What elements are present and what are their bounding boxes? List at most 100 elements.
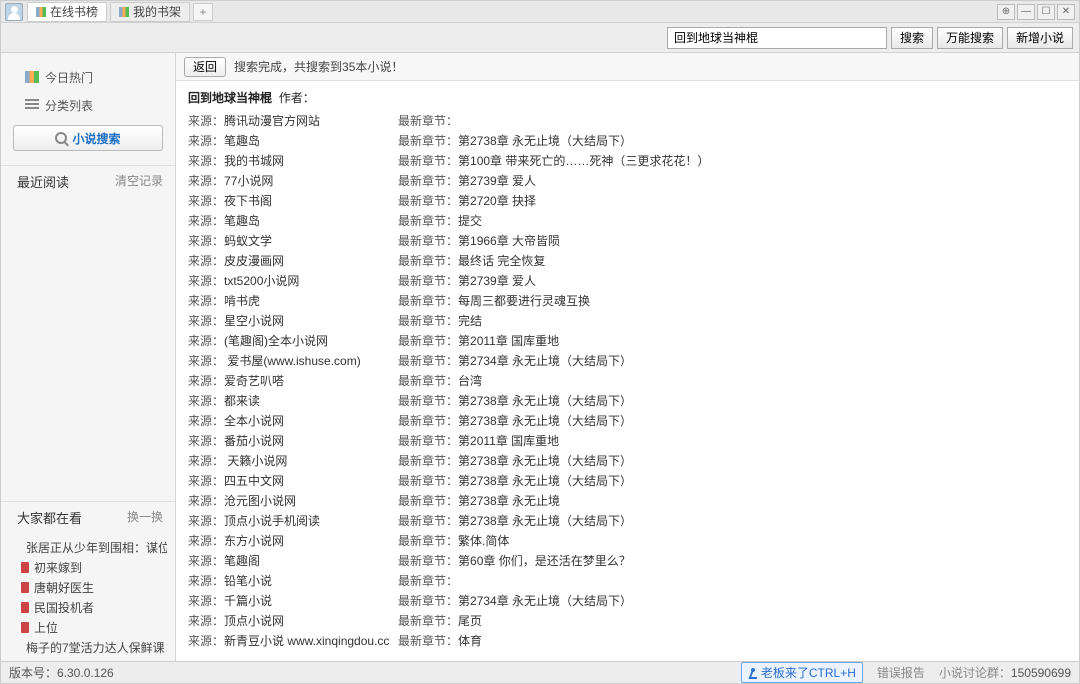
source-cell: 来源：四五中文网 [188, 472, 398, 489]
novel-search-button[interactable]: 小说搜索 [13, 125, 163, 151]
result-row[interactable]: 来源：(笔趣阁)全本小说网最新章节：第2011章 国库重地 [188, 330, 1067, 350]
search-button[interactable]: 搜索 [891, 27, 933, 49]
result-row[interactable]: 来源：77小说网最新章节：第2739章 爱人 [188, 170, 1067, 190]
full-search-button[interactable]: 万能搜索 [937, 27, 1003, 49]
chapter-cell: 最新章节：完结 [398, 312, 1067, 329]
book-icon [21, 562, 29, 573]
footer: 版本号：6.30.0.126 老板来了CTRL+H 错误报告 小说讨论群：150… [1, 661, 1079, 683]
author-label: 作者： [279, 91, 315, 105]
chapter-cell: 最新章节：尾页 [398, 612, 1067, 629]
result-row[interactable]: 来源：笔趣阁最新章节：第60章 你们，是还活在梦里么？ [188, 550, 1067, 570]
bug-report-link[interactable]: 错误报告 [877, 664, 925, 681]
search-icon [55, 132, 67, 144]
book-title: 初来嫁到 [34, 559, 82, 576]
novel-search-label: 小说搜索 [72, 130, 120, 147]
sidebar: 今日热门 分类列表 小说搜索 最近阅读 清空记录 大家都在看 换一换 [1, 53, 176, 661]
avatar[interactable] [5, 3, 23, 21]
tab-my-shelf[interactable]: 我的书架 [110, 2, 190, 22]
main-area: 返回 搜索完成，共搜索到35本小说！ 回到地球当神棍 作者： 来源：腾讯动漫官方… [176, 53, 1079, 661]
swap-link[interactable]: 换一换 [127, 508, 163, 527]
chapter-cell: 最新章节：第2738章 永无止境（大结局下） [398, 472, 1067, 489]
result-row[interactable]: 来源：番茄小说网最新章节：第2011章 国库重地 [188, 430, 1067, 450]
result-row[interactable]: 来源：铅笔小说最新章节： [188, 570, 1067, 590]
back-button[interactable]: 返回 [184, 57, 226, 77]
result-row[interactable]: 来源：txt5200小说网最新章节：第2739章 爱人 [188, 270, 1067, 290]
search-input[interactable] [667, 27, 887, 49]
chapter-cell: 最新章节：体育 [398, 632, 1067, 649]
book-title: 上位 [34, 619, 58, 636]
boss-key-button[interactable]: 老板来了CTRL+H [741, 662, 863, 683]
bars-icon [119, 7, 129, 17]
result-row[interactable]: 来源：蚂蚁文学最新章节：第1966章 大帝皆陨 [188, 230, 1067, 250]
source-cell: 来源：txt5200小说网 [188, 272, 398, 289]
result-row[interactable]: 来源：千篇小说最新章节：第2734章 永无止境（大结局下） [188, 590, 1067, 610]
result-row[interactable]: 来源：都来读最新章节：第2738章 永无止境（大结局下） [188, 390, 1067, 410]
chapter-cell: 最新章节：第2011章 国库重地 [398, 332, 1067, 349]
result-row[interactable]: 来源：我的书城网最新章节：第100章 带来死亡的……死神（三更求花花！） [188, 150, 1067, 170]
list-item[interactable]: 唐朝好医生 [21, 577, 167, 597]
result-row[interactable]: 来源：顶点小说手机阅读最新章节：第2738章 永无止境（大结局下） [188, 510, 1067, 530]
sidebar-item-category[interactable]: 分类列表 [1, 91, 175, 119]
source-cell: 来源：铅笔小说 [188, 572, 398, 589]
result-row[interactable]: 来源：爱奇艺叭嗒最新章节：台湾 [188, 370, 1067, 390]
result-row[interactable]: 来源： 天籁小说网最新章节：第2738章 永无止境（大结局下） [188, 450, 1067, 470]
sidebar-item-label: 今日热门 [45, 69, 93, 86]
tab-add-button[interactable]: + [193, 3, 213, 21]
source-cell: 来源：爱奇艺叭嗒 [188, 372, 398, 389]
chapter-cell: 最新章节：第2734章 永无止境（大结局下） [398, 592, 1067, 609]
result-row[interactable]: 来源：夜下书阁最新章节：第2720章 抉择 [188, 190, 1067, 210]
run-icon [748, 668, 758, 678]
sidebar-item-hot[interactable]: 今日热门 [1, 63, 175, 91]
result-row[interactable]: 来源：全本小说网最新章节：第2738章 永无止境（大结局下） [188, 410, 1067, 430]
result-row[interactable]: 来源：新青豆小说 www.xinqingdou.cc最新章节：体育 [188, 630, 1067, 650]
result-row[interactable]: 来源：笔趣岛最新章节：提交 [188, 210, 1067, 230]
chapter-cell: 最新章节：台湾 [398, 372, 1067, 389]
close-icon[interactable]: ✕ [1057, 4, 1075, 20]
result-row[interactable]: 来源：星空小说网最新章节：完结 [188, 310, 1067, 330]
result-row[interactable]: 来源：啃书虎最新章节：每周三都要进行灵魂互换 [188, 290, 1067, 310]
result-row[interactable]: 来源：笔趣岛最新章节：第2738章 永无止境（大结局下） [188, 130, 1067, 150]
results-list[interactable]: 来源：腾讯动漫官方网站最新章节：来源：笔趣岛最新章节：第2738章 永无止境（大… [176, 110, 1079, 661]
source-cell: 来源：我的书城网 [188, 152, 398, 169]
list-item[interactable]: 上位 [21, 617, 167, 637]
chapter-cell: 最新章节：第2738章 永无止境（大结局下） [398, 392, 1067, 409]
chapter-cell: 最新章节：第2011章 国库重地 [398, 432, 1067, 449]
book-title: 张居正从少年到围相：谋位 [26, 539, 167, 556]
result-row[interactable]: 来源：四五中文网最新章节：第2738章 永无止境（大结局下） [188, 470, 1067, 490]
titlebar: 在线书榜 我的书架 + ⊕ — ☐ ✕ [1, 1, 1079, 23]
chapter-cell: 最新章节：第2720章 抉择 [398, 192, 1067, 209]
result-row[interactable]: 来源：沧元图小说网最新章节：第2738章 永无止境 [188, 490, 1067, 510]
result-row[interactable]: 来源： 爱书屋(www.ishuse.com)最新章节：第2734章 永无止境（… [188, 350, 1067, 370]
chapter-cell: 最新章节： [398, 572, 1067, 589]
source-cell: 来源：啃书虎 [188, 292, 398, 309]
book-icon [21, 622, 29, 633]
source-cell: 来源：夜下书阁 [188, 192, 398, 209]
chapter-cell: 最新章节：第2738章 永无止境（大结局下） [398, 452, 1067, 469]
chapter-cell: 最新章节：每周三都要进行灵魂互换 [398, 292, 1067, 309]
minimize-icon[interactable]: — [1017, 4, 1035, 20]
chapter-cell: 最新章节：第1966章 大帝皆陨 [398, 232, 1067, 249]
chapter-cell: 最新章节：第2739章 爱人 [398, 172, 1067, 189]
tab-online-ranking[interactable]: 在线书榜 [27, 2, 107, 22]
win-tool-icon[interactable]: ⊕ [997, 4, 1015, 20]
searchbar: 搜索 万能搜索 新增小说 [1, 23, 1079, 53]
boss-key-label: 老板来了CTRL+H [761, 664, 856, 681]
source-cell: 来源：沧元图小说网 [188, 492, 398, 509]
new-novel-button[interactable]: 新增小说 [1007, 27, 1073, 49]
list-item[interactable]: 张居正从少年到围相：谋位 [21, 537, 167, 557]
maximize-icon[interactable]: ☐ [1037, 4, 1055, 20]
bars-icon [36, 7, 46, 17]
list-item[interactable]: 梅子的7堂活力达人保鲜课： [21, 637, 167, 657]
source-cell: 来源：(笔趣阁)全本小说网 [188, 332, 398, 349]
book-title: 唐朝好医生 [34, 579, 94, 596]
book-icon [21, 582, 29, 593]
list-item[interactable]: 初来嫁到 [21, 557, 167, 577]
list-item[interactable]: 民国投机者 [21, 597, 167, 617]
result-header: 回到地球当神棍 作者： [176, 81, 1079, 110]
result-row[interactable]: 来源：顶点小说网最新章节：尾页 [188, 610, 1067, 630]
result-row[interactable]: 来源：皮皮漫画网最新章节：最终话 完全恢复 [188, 250, 1067, 270]
clear-history-link[interactable]: 清空记录 [115, 172, 163, 191]
result-row[interactable]: 来源：腾讯动漫官方网站最新章节： [188, 110, 1067, 130]
result-row[interactable]: 来源：东方小说网最新章节：繁体.简体 [188, 530, 1067, 550]
source-cell: 来源：星空小说网 [188, 312, 398, 329]
